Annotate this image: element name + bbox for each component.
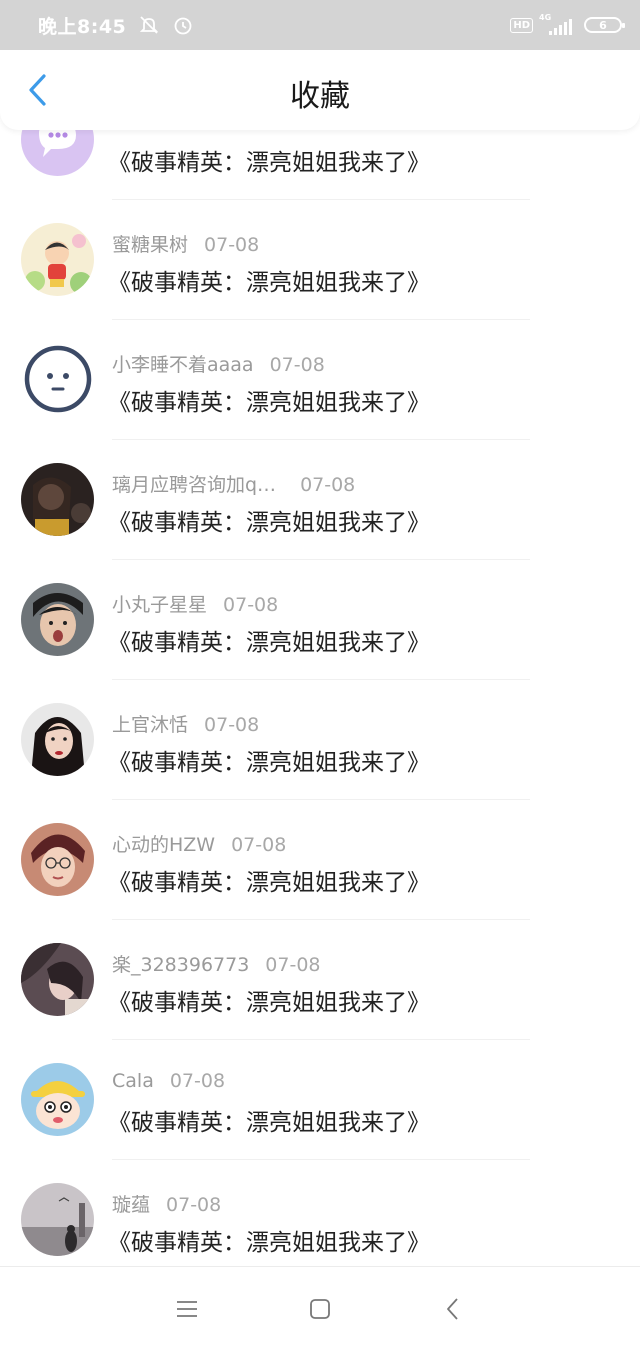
avatar[interactable] bbox=[21, 1063, 94, 1136]
item-title: 《破事精英：漂亮姐姐我来了》 bbox=[108, 870, 430, 896]
system-nav-bar bbox=[0, 1266, 640, 1351]
item-meta: 小李睡不着aaaa 07-08 bbox=[112, 350, 325, 377]
item-meta: 璇蕴 07-08 bbox=[112, 1190, 221, 1217]
date: 07-08 bbox=[265, 954, 321, 976]
list-item[interactable]: 璃月应聘咨询加q… 07-08 《破事精英：漂亮姐姐我来了》 bbox=[0, 440, 640, 560]
list-item[interactable]: 心动的HZW 07-08 《破事精英：漂亮姐姐我来了》 bbox=[0, 800, 640, 920]
header: 收藏 bbox=[0, 50, 640, 130]
date: 07-08 bbox=[300, 474, 356, 496]
avatar[interactable] bbox=[21, 823, 94, 896]
date: 07-08 bbox=[204, 714, 260, 736]
item-meta: 小丸子星星 07-08 bbox=[112, 590, 278, 617]
item-title: 《破事精英：漂亮姐姐我来了》 bbox=[108, 1230, 430, 1256]
username[interactable]: 楽_328396773 bbox=[112, 954, 249, 976]
username[interactable]: 上官沐恬 bbox=[112, 714, 188, 736]
username[interactable]: 心动的HZW bbox=[112, 834, 215, 856]
date: 07-08 bbox=[231, 834, 287, 856]
item-title: 《破事精英：漂亮姐姐我来了》 bbox=[108, 150, 430, 176]
avatar[interactable] bbox=[21, 463, 94, 536]
status-bar: 晚上8:45 HD 4G 6 bbox=[0, 0, 640, 50]
avatar[interactable] bbox=[21, 703, 94, 776]
date: 07-08 bbox=[169, 1070, 226, 1092]
screen: 《破事精英：漂亮姐姐我来了》 蜜糖果树 07-08 《破事精英：漂亮姐姐我来了》… bbox=[0, 0, 640, 1351]
username[interactable]: 小丸子星星 bbox=[112, 594, 207, 616]
alarm-icon bbox=[172, 14, 194, 36]
menu-button[interactable] bbox=[167, 1289, 207, 1329]
avatar[interactable] bbox=[21, 343, 94, 416]
avatar[interactable] bbox=[21, 1183, 94, 1256]
signal-icon: 4G bbox=[539, 13, 572, 35]
date: 07-08 bbox=[204, 234, 260, 256]
list-item[interactable]: 蜜糖果树 07-08 《破事精英：漂亮姐姐我来了》 bbox=[0, 200, 640, 320]
avatar[interactable] bbox=[21, 583, 94, 656]
menu-icon bbox=[176, 1301, 197, 1317]
list-item[interactable]: 上官沐恬 07-08 《破事精英：漂亮姐姐我来了》 bbox=[0, 680, 640, 800]
list-item[interactable]: 楽_328396773 07-08 《破事精英：漂亮姐姐我来了》 bbox=[0, 920, 640, 1040]
list-item[interactable]: 小丸子星星 07-08 《破事精英：漂亮姐姐我来了》 bbox=[0, 560, 640, 680]
item-title: 《破事精英：漂亮姐姐我来了》 bbox=[108, 1110, 430, 1136]
hd-badge: HD bbox=[510, 17, 533, 33]
page-title: 收藏 bbox=[290, 79, 350, 114]
username[interactable]: 璃月应聘咨询加q… bbox=[112, 474, 276, 496]
status-time: 晚上8:45 bbox=[38, 15, 127, 38]
username[interactable]: 小李睡不着aaaa bbox=[112, 354, 254, 376]
item-meta: 璃月应聘咨询加q… 07-08 bbox=[112, 470, 355, 497]
username[interactable]: 蜜糖果树 bbox=[112, 234, 188, 256]
home-square-icon bbox=[310, 1299, 330, 1319]
list-item[interactable]: 小李睡不着aaaa 07-08 《破事精英：漂亮姐姐我来了》 bbox=[0, 320, 640, 440]
username[interactable]: 璇蕴 bbox=[112, 1194, 150, 1216]
item-title: 《破事精英：漂亮姐姐我来了》 bbox=[108, 390, 430, 416]
item-meta: 蜜糖果树 07-08 bbox=[112, 230, 259, 257]
item-meta: 楽_328396773 07-08 bbox=[112, 950, 321, 977]
back-triangle-icon bbox=[447, 1298, 458, 1320]
battery-icon: 6 bbox=[584, 17, 625, 33]
avatar[interactable] bbox=[21, 943, 94, 1016]
item-meta: 心动的HZW 07-08 bbox=[112, 830, 286, 857]
date: 07-08 bbox=[223, 594, 279, 616]
item-title: 《破事精英：漂亮姐姐我来了》 bbox=[108, 750, 430, 776]
item-meta: 上官沐恬 07-08 bbox=[112, 710, 259, 737]
back-nav-button[interactable] bbox=[433, 1289, 473, 1329]
username[interactable]: Cala bbox=[112, 1070, 154, 1092]
item-title: 《破事精英：漂亮姐姐我来了》 bbox=[108, 990, 430, 1016]
network-type: 4G bbox=[539, 13, 552, 22]
item-meta: Cala 07-08 bbox=[112, 1070, 225, 1092]
bell-off-icon bbox=[138, 14, 160, 36]
date: 07-08 bbox=[269, 354, 325, 376]
item-title: 《破事精英：漂亮姐姐我来了》 bbox=[108, 270, 430, 296]
list-item[interactable]: 璇蕴 07-08 《破事精英：漂亮姐姐我来了》 bbox=[0, 1160, 640, 1280]
list-item[interactable]: Cala 07-08 《破事精英：漂亮姐姐我来了》 bbox=[0, 1040, 640, 1160]
home-button[interactable] bbox=[300, 1289, 340, 1329]
date: 07-08 bbox=[166, 1194, 222, 1216]
item-title: 《破事精英：漂亮姐姐我来了》 bbox=[108, 630, 430, 656]
avatar[interactable] bbox=[21, 223, 94, 296]
item-title: 《破事精英：漂亮姐姐我来了》 bbox=[108, 510, 430, 536]
